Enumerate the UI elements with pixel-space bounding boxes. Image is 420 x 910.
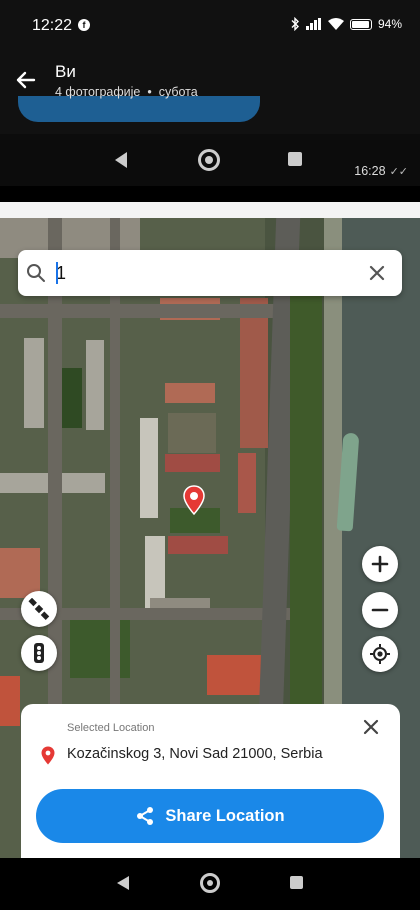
text-cursor bbox=[56, 262, 58, 284]
map-block bbox=[165, 383, 215, 403]
signal-icon bbox=[305, 18, 322, 30]
close-sheet-icon[interactable] bbox=[362, 718, 380, 736]
map-block bbox=[140, 418, 158, 518]
map-block bbox=[60, 368, 82, 428]
nav-back-icon bbox=[115, 152, 127, 168]
message-time: 16:28 bbox=[354, 164, 386, 178]
plus-icon bbox=[371, 555, 389, 573]
map-road bbox=[0, 304, 300, 318]
satellite-icon bbox=[28, 598, 50, 620]
bluetooth-icon bbox=[291, 17, 299, 31]
my-location-button[interactable] bbox=[362, 636, 398, 672]
message-timestamp: 16:28 ✓✓ bbox=[354, 164, 408, 178]
satellite-map[interactable]: Selected Location Kozačinskog 3, Novi Sa… bbox=[0, 218, 420, 858]
wifi-icon bbox=[327, 18, 344, 30]
map-block bbox=[168, 536, 228, 554]
map-block bbox=[238, 453, 256, 513]
search-icon bbox=[27, 264, 45, 282]
back-arrow-icon[interactable] bbox=[12, 66, 40, 94]
viewer-title: Ви bbox=[55, 62, 76, 81]
traffic-light-icon bbox=[34, 643, 44, 663]
screenshot-top-edge bbox=[0, 202, 420, 218]
system-navigation-bar bbox=[0, 858, 420, 910]
clear-search-icon[interactable] bbox=[366, 262, 388, 284]
map-block bbox=[165, 454, 220, 472]
sheet-label: Selected Location bbox=[67, 722, 155, 734]
map-block bbox=[240, 298, 268, 448]
read-ticks-icon: ✓✓ bbox=[389, 166, 408, 178]
satellite-layer-button[interactable] bbox=[21, 591, 57, 627]
subtitle-separator: • bbox=[147, 85, 152, 99]
system-home-icon[interactable] bbox=[200, 873, 220, 893]
photo-count: 4 фотографије bbox=[55, 85, 141, 99]
minus-icon bbox=[371, 608, 389, 612]
nav-recent-icon bbox=[288, 152, 302, 166]
map-block bbox=[0, 676, 20, 726]
status-time: 12:22 bbox=[32, 17, 73, 34]
status-icons: 94% bbox=[290, 17, 402, 31]
zoom-out-button[interactable] bbox=[362, 592, 398, 628]
photo-viewer-header: Ви 4 фотографије • субота bbox=[0, 52, 420, 134]
map-block bbox=[86, 340, 104, 430]
nav-home-icon bbox=[198, 149, 220, 171]
address-pin-icon bbox=[41, 746, 55, 765]
crosshair-icon bbox=[370, 644, 390, 664]
viewer-subtitle: 4 фотографије • субота bbox=[55, 85, 198, 99]
map-block bbox=[70, 618, 130, 678]
message-bubble-edge bbox=[18, 96, 260, 122]
selected-location-sheet: Selected Location Kozačinskog 3, Novi Sa… bbox=[21, 704, 400, 858]
map-search-bar[interactable] bbox=[18, 250, 402, 296]
map-block bbox=[168, 413, 216, 453]
zoom-in-button[interactable] bbox=[362, 546, 398, 582]
traffic-layer-button[interactable] bbox=[21, 635, 57, 671]
location-pin-icon bbox=[183, 485, 205, 515]
share-location-button[interactable]: Share Location bbox=[36, 789, 384, 843]
battery-icon bbox=[349, 18, 372, 30]
map-block bbox=[207, 655, 267, 695]
photo-system-nav bbox=[0, 134, 420, 186]
system-recents-icon[interactable] bbox=[290, 876, 303, 889]
system-back-icon[interactable] bbox=[116, 875, 130, 891]
map-block bbox=[24, 338, 44, 428]
selected-address: Kozačinskog 3, Novi Sad 21000, Serbia bbox=[67, 746, 323, 762]
battery-percent: 94% bbox=[377, 17, 402, 31]
facebook-icon: f bbox=[78, 19, 90, 31]
share-location-label: Share Location bbox=[165, 806, 285, 825]
status-bar: 12:22 f 94% bbox=[0, 0, 420, 52]
search-input[interactable] bbox=[56, 260, 356, 286]
share-icon bbox=[137, 807, 154, 825]
photo-day: субота bbox=[158, 85, 198, 99]
